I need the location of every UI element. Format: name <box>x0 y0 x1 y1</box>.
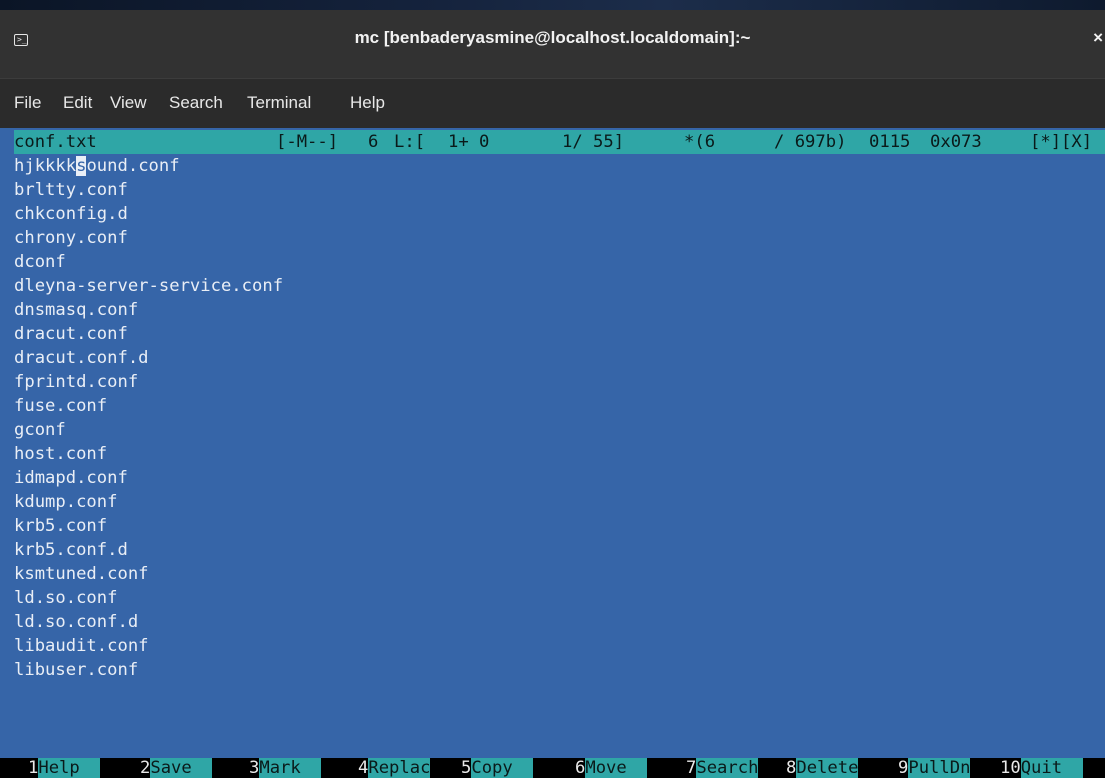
fkey-label: PullDn <box>908 758 971 778</box>
menu-terminal[interactable]: Terminal <box>247 93 311 113</box>
editor-status-line: conf.txt [-M--] 6 L:[ 1+ 0 1/ 55] *(6 / … <box>14 130 1105 154</box>
text-line[interactable]: ld.so.conf.d <box>14 610 1104 634</box>
fkey-help-button[interactable]: 1Help <box>28 758 101 778</box>
text-line[interactable]: kdump.conf <box>14 490 1104 514</box>
status-line-label: L:[ <box>394 132 426 152</box>
fkey-label: Move <box>585 758 648 778</box>
fkey-number: 9 <box>898 758 909 778</box>
fkey-number: 2 <box>140 758 151 778</box>
text-line[interactable]: dconf <box>14 250 1104 274</box>
fkey-label: Quit <box>1020 758 1083 778</box>
text-line[interactable]: dracut.conf <box>14 322 1104 346</box>
fkey-mark-button[interactable]: 3Mark <box>249 758 322 778</box>
fkey-number: 8 <box>786 758 797 778</box>
text-line[interactable]: chkconfig.d <box>14 202 1104 226</box>
fkey-search-button[interactable]: 7Search <box>686 758 759 778</box>
fkey-delete-button[interactable]: 8Delete <box>786 758 859 778</box>
menu-edit[interactable]: Edit <box>63 93 92 113</box>
menu-search[interactable]: Search <box>169 93 223 113</box>
fkey-pulldown-button[interactable]: 9PullDn <box>898 758 971 778</box>
fkey-number: 1 <box>28 758 39 778</box>
text-line[interactable]: libaudit.conf <box>14 634 1104 658</box>
status-size: / 697b) <box>774 132 847 152</box>
status-line-pos: 1+ 0 <box>448 132 490 152</box>
fkey-save-button[interactable]: 2Save <box>140 758 213 778</box>
fkey-label: Help <box>38 758 101 778</box>
text-line-cursor[interactable]: hjkkkksound.conf <box>14 154 1104 178</box>
status-mode: [-M--] <box>276 132 339 152</box>
menu-help[interactable]: Help <box>350 93 385 113</box>
fkey-label: Replac <box>368 758 431 778</box>
fkey-replace-button[interactable]: 4Replac <box>358 758 431 778</box>
fkey-copy-button[interactable]: 5Copy <box>461 758 534 778</box>
fkey-number: 3 <box>249 758 260 778</box>
terminal-window: >_ mc [benbaderyasmine@localhost.localdo… <box>0 0 1105 778</box>
fkey-label: Save <box>150 758 213 778</box>
status-line-count: 1/ 55] <box>562 132 625 152</box>
text-line[interactable]: fprintd.conf <box>14 370 1104 394</box>
function-key-bar: 1Help 2Save 3Mark 4Replac 5Copy 6Move 7S… <box>0 758 1105 778</box>
text-line[interactable]: krb5.conf <box>14 514 1104 538</box>
text-line[interactable]: fuse.conf <box>14 394 1104 418</box>
status-filename: conf.txt <box>14 132 97 152</box>
text-line[interactable]: krb5.conf.d <box>14 538 1104 562</box>
fkey-label: Copy <box>471 758 534 778</box>
menu-bar: File Edit View Search Terminal Help <box>0 78 1105 128</box>
fkey-number: 5 <box>461 758 472 778</box>
text-line[interactable]: ld.so.conf <box>14 586 1104 610</box>
editor-area[interactable]: conf.txt [-M--] 6 L:[ 1+ 0 1/ 55] *(6 / … <box>0 128 1105 778</box>
text-line[interactable]: libuser.conf <box>14 658 1104 682</box>
desktop-background <box>0 0 1105 10</box>
text-line[interactable]: brltty.conf <box>14 178 1104 202</box>
status-char-dec: 0115 <box>869 132 911 152</box>
text-line[interactable]: dnsmasq.conf <box>14 298 1104 322</box>
status-char-hex: 0x073 <box>930 132 982 152</box>
text-line[interactable]: gconf <box>14 418 1104 442</box>
fkey-number: 7 <box>686 758 697 778</box>
text-line[interactable]: idmapd.conf <box>14 466 1104 490</box>
fkey-number: 6 <box>575 758 586 778</box>
text-cursor: s <box>76 156 87 176</box>
status-flags: [*][X] <box>1030 132 1093 152</box>
fkey-label: Search <box>696 758 759 778</box>
window-title: mc [benbaderyasmine@localhost.localdomai… <box>354 28 751 47</box>
status-offset: *(6 <box>684 132 716 152</box>
text-line[interactable]: host.conf <box>14 442 1104 466</box>
fkey-move-button[interactable]: 6Move <box>575 758 648 778</box>
fkey-quit-button[interactable]: 10Quit <box>1000 758 1083 778</box>
close-icon[interactable]: × <box>1093 28 1103 48</box>
text-line[interactable]: dleyna-server-service.conf <box>14 274 1104 298</box>
cursor-line-suffix: ound.conf <box>86 156 180 176</box>
title-bar[interactable]: >_ mc [benbaderyasmine@localhost.localdo… <box>0 10 1105 78</box>
fkey-label: Mark <box>259 758 322 778</box>
text-lines[interactable]: hjkkkksound.conf brltty.conf chkconfig.d… <box>14 154 1104 682</box>
text-line[interactable]: chrony.conf <box>14 226 1104 250</box>
fkey-number: 4 <box>358 758 369 778</box>
text-line[interactable]: ksmtuned.conf <box>14 562 1104 586</box>
menu-file[interactable]: File <box>14 93 41 113</box>
text-line[interactable]: dracut.conf.d <box>14 346 1104 370</box>
status-column: 6 <box>368 132 379 152</box>
fkey-number: 10 <box>1000 758 1021 778</box>
cursor-line-prefix: hjkkkk <box>14 156 77 176</box>
menu-view[interactable]: View <box>110 93 147 113</box>
fkey-label: Delete <box>796 758 859 778</box>
